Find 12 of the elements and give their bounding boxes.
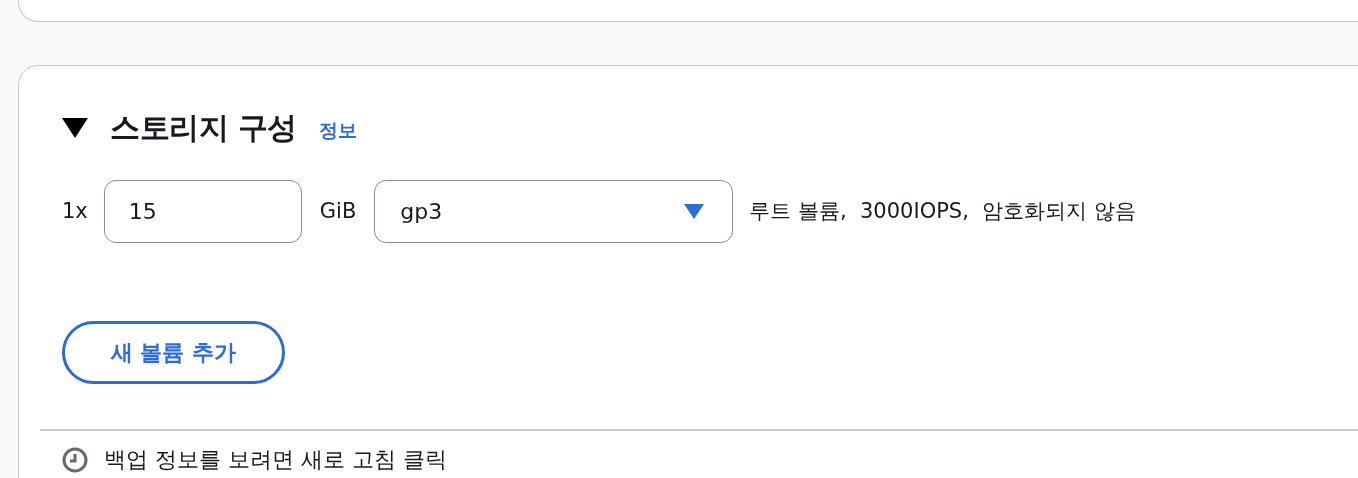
clock-icon bbox=[62, 447, 88, 473]
info-link[interactable]: 정보 bbox=[318, 118, 357, 144]
backup-note: 백업 정보를 보려면 새로 고침 클릭 bbox=[104, 446, 447, 474]
volume-description: 루트 볼륨, 3000IOPS, 암호화되지 않음 bbox=[749, 198, 1136, 225]
volume-type-select[interactable]: gp3 bbox=[374, 179, 734, 243]
size-input[interactable]: 15 bbox=[103, 179, 302, 243]
add-volume-button[interactable]: 새 볼륨 추가 bbox=[62, 321, 285, 384]
caret-icon[interactable] bbox=[62, 118, 88, 138]
unit-label: GiB bbox=[319, 199, 357, 223]
section-title: 스토리지 구성 bbox=[110, 108, 297, 147]
volume-count: 1x bbox=[62, 199, 88, 223]
caret-icon bbox=[684, 203, 705, 219]
